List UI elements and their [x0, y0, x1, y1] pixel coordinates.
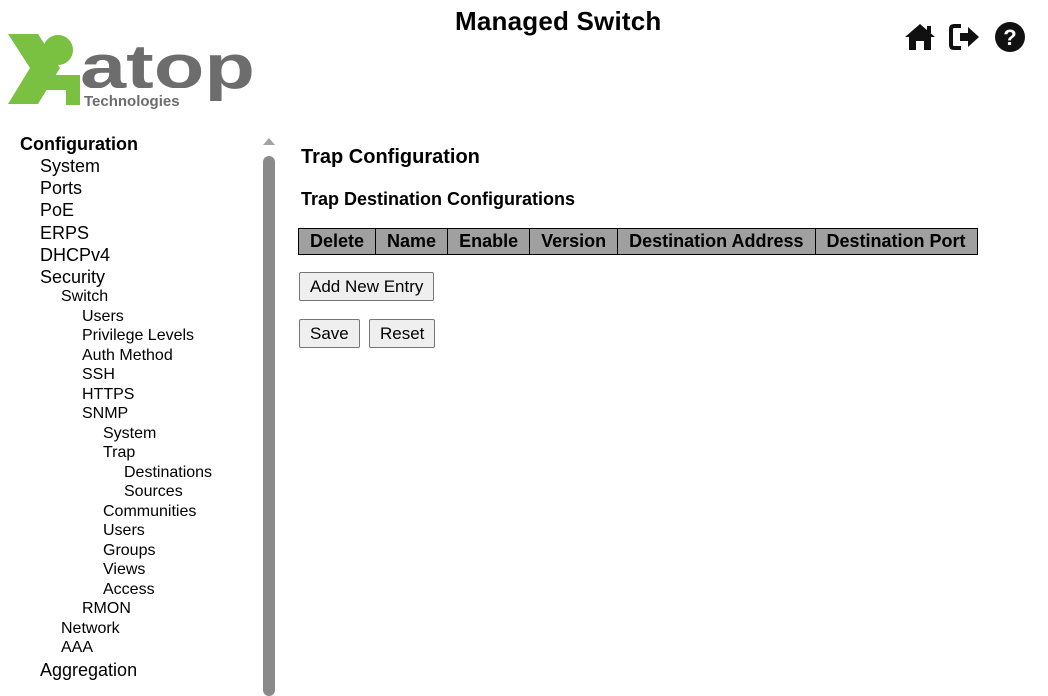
svg-text:?: ? — [1003, 25, 1016, 50]
sidebar-item-snmp-users[interactable]: Users — [103, 523, 145, 539]
sidebar-item-network[interactable]: Network — [61, 621, 120, 637]
sidebar-item-https[interactable]: HTTPS — [82, 387, 134, 403]
section-title: Trap Destination Configurations — [301, 189, 576, 209]
sidebar-item-destinations[interactable]: Destinations — [124, 465, 212, 481]
logout-icon[interactable] — [948, 20, 981, 53]
sidebar-item-snmp-system[interactable]: System — [103, 426, 156, 442]
sidebar-item-users[interactable]: Users — [82, 309, 124, 325]
atop-logo: atop Technologies — [8, 30, 258, 110]
column-header-destination-port: Destination Port — [814, 228, 978, 255]
sidebar-item-security[interactable]: Security — [40, 268, 105, 286]
sidebar-menu: Configuration System Ports PoE ERPS DHCP… — [0, 130, 260, 680]
scrollbar-thumb[interactable] — [263, 156, 275, 696]
page-title: Trap Configuration — [301, 146, 480, 168]
column-header-destination-address: Destination Address — [617, 228, 816, 255]
sidebar-item-sources[interactable]: Sources — [124, 484, 183, 500]
header-toolbar: ? — [903, 20, 1026, 53]
sidebar-item-access[interactable]: Access — [103, 582, 155, 598]
sidebar-item-switch[interactable]: Switch — [61, 289, 108, 305]
scroll-up-arrow-icon[interactable] — [263, 138, 275, 145]
logo-tagline: Technologies — [84, 93, 180, 110]
help-icon[interactable]: ? — [993, 20, 1026, 53]
sidebar-item-configuration[interactable]: Configuration — [20, 135, 138, 153]
trap-destination-table: Delete Name Enable Version Destination A… — [297, 228, 978, 255]
sidebar-item-auth-method[interactable]: Auth Method — [82, 348, 173, 364]
sidebar-item-erps[interactable]: ERPS — [40, 224, 89, 242]
column-header-version: Version — [529, 228, 619, 255]
sidebar-item-poe[interactable]: PoE — [40, 201, 74, 219]
sidebar-item-system[interactable]: System — [40, 157, 100, 175]
sidebar-item-rmon[interactable]: RMON — [82, 601, 131, 617]
sidebar-item-trap[interactable]: Trap — [103, 445, 135, 461]
column-header-enable: Enable — [447, 228, 531, 255]
sidebar-item-snmp[interactable]: SNMP — [82, 406, 128, 422]
sidebar-item-aggregation[interactable]: Aggregation — [40, 661, 137, 679]
column-header-name: Name — [375, 228, 449, 255]
sidebar-item-privilege-levels[interactable]: Privilege Levels — [82, 328, 194, 344]
home-icon[interactable] — [903, 20, 936, 53]
save-button[interactable]: Save — [299, 319, 360, 348]
sidebar-item-aaa[interactable]: AAA — [61, 640, 93, 656]
sidebar-item-ssh[interactable]: SSH — [82, 367, 115, 383]
sidebar-item-communities[interactable]: Communities — [103, 504, 196, 520]
sidebar-item-views[interactable]: Views — [103, 562, 145, 578]
sidebar-item-ports[interactable]: Ports — [40, 179, 82, 197]
add-new-entry-button[interactable]: Add New Entry — [299, 272, 435, 301]
column-header-delete: Delete — [297, 228, 377, 255]
sidebar-scrollbar[interactable] — [259, 130, 279, 696]
sidebar-item-dhcpv4[interactable]: DHCPv4 — [40, 246, 110, 264]
sidebar-item-groups[interactable]: Groups — [103, 543, 155, 559]
app-title: Managed Switch — [455, 6, 662, 36]
table-header-row: Delete Name Enable Version Destination A… — [297, 228, 978, 255]
reset-button[interactable]: Reset — [369, 319, 436, 348]
